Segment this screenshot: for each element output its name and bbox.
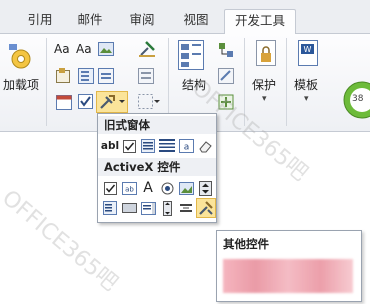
rich-text-control-icon[interactable]: Aa [54, 42, 70, 56]
activex-label-icon[interactable]: A [139, 179, 157, 197]
legacy-tools-button[interactable] [96, 91, 128, 113]
activex-scroll-bar-icon[interactable] [158, 199, 176, 217]
ribbon-tab-bar: 引用 邮件 审阅 视图 开发工具 [0, 0, 370, 35]
activex-option-button-icon[interactable] [158, 179, 176, 197]
protect-label[interactable]: 保护 [252, 76, 276, 93]
schema-icon[interactable] [218, 42, 234, 58]
template-label[interactable]: 模板 [294, 76, 318, 93]
tab-developer[interactable]: 开发工具 [224, 9, 296, 35]
more-controls-icon[interactable] [196, 198, 216, 218]
activex-controls-heading: ActiveX 控件 [98, 158, 216, 176]
structure-icon[interactable] [178, 40, 204, 70]
checkbox-control-icon[interactable] [78, 94, 94, 110]
tooltip-title: 其他控件 [223, 237, 269, 251]
tab-mailings[interactable]: 邮件 [68, 9, 112, 34]
zoom-percentage: 38 [352, 94, 364, 104]
document-template-icon[interactable]: W [296, 40, 320, 70]
combo-box-icon[interactable] [78, 68, 94, 84]
legacy-table-icon[interactable] [158, 137, 176, 155]
dropdown-list-icon[interactable] [98, 68, 114, 84]
activex-textbox-icon[interactable]: ab [120, 179, 138, 197]
tooltip-redacted-description [223, 259, 353, 293]
activex-spin-button-icon[interactable] [196, 179, 214, 197]
tab-view[interactable]: 视图 [174, 9, 218, 34]
addins-label[interactable]: 加载项 [3, 76, 39, 93]
legacy-controls-dropdown: 旧式窗体 abl a ActiveX 控件 ab A [97, 113, 217, 223]
svg-text:a: a [183, 143, 189, 153]
activex-image-icon[interactable] [177, 179, 195, 197]
more-controls-tooltip: 其他控件 [216, 230, 362, 302]
protect-document-icon[interactable] [254, 40, 278, 70]
legacy-text-field-icon[interactable]: abl [101, 137, 119, 155]
protect-chevron-down-icon[interactable]: ▾ [262, 94, 267, 104]
tab-review[interactable]: 审阅 [120, 9, 164, 34]
legacy-forms-heading: 旧式窗体 [98, 116, 216, 134]
properties-icon[interactable] [138, 68, 154, 84]
legacy-frame-icon[interactable]: a [177, 137, 195, 155]
group-separator [46, 38, 47, 126]
legacy-eraser-icon[interactable] [196, 137, 214, 155]
design-mode-icon[interactable] [138, 40, 156, 58]
svg-text:W: W [304, 45, 312, 54]
activex-checkbox-icon[interactable] [101, 179, 119, 197]
legacy-dropdown-field-icon[interactable] [139, 137, 157, 155]
activex-command-button-icon[interactable] [177, 199, 195, 217]
legacy-checkbox-icon[interactable] [120, 137, 138, 155]
group-separator [286, 38, 287, 126]
activex-listbox-icon[interactable] [139, 199, 157, 217]
date-picker-icon[interactable] [56, 94, 72, 110]
activex-toggle-button-icon[interactable] [120, 199, 138, 217]
template-chevron-down-icon[interactable]: ▾ [304, 94, 309, 104]
picture-control-icon[interactable] [98, 42, 114, 56]
group-icon[interactable] [138, 94, 160, 110]
tab-references[interactable]: 引用 [18, 9, 62, 34]
activex-combo-box-icon[interactable] [101, 199, 119, 217]
svg-text:ab: ab [125, 185, 134, 193]
building-block-icon[interactable] [56, 68, 72, 84]
plain-text-control-icon[interactable]: Aa [76, 42, 92, 56]
addins-gear-icon[interactable] [6, 42, 36, 72]
